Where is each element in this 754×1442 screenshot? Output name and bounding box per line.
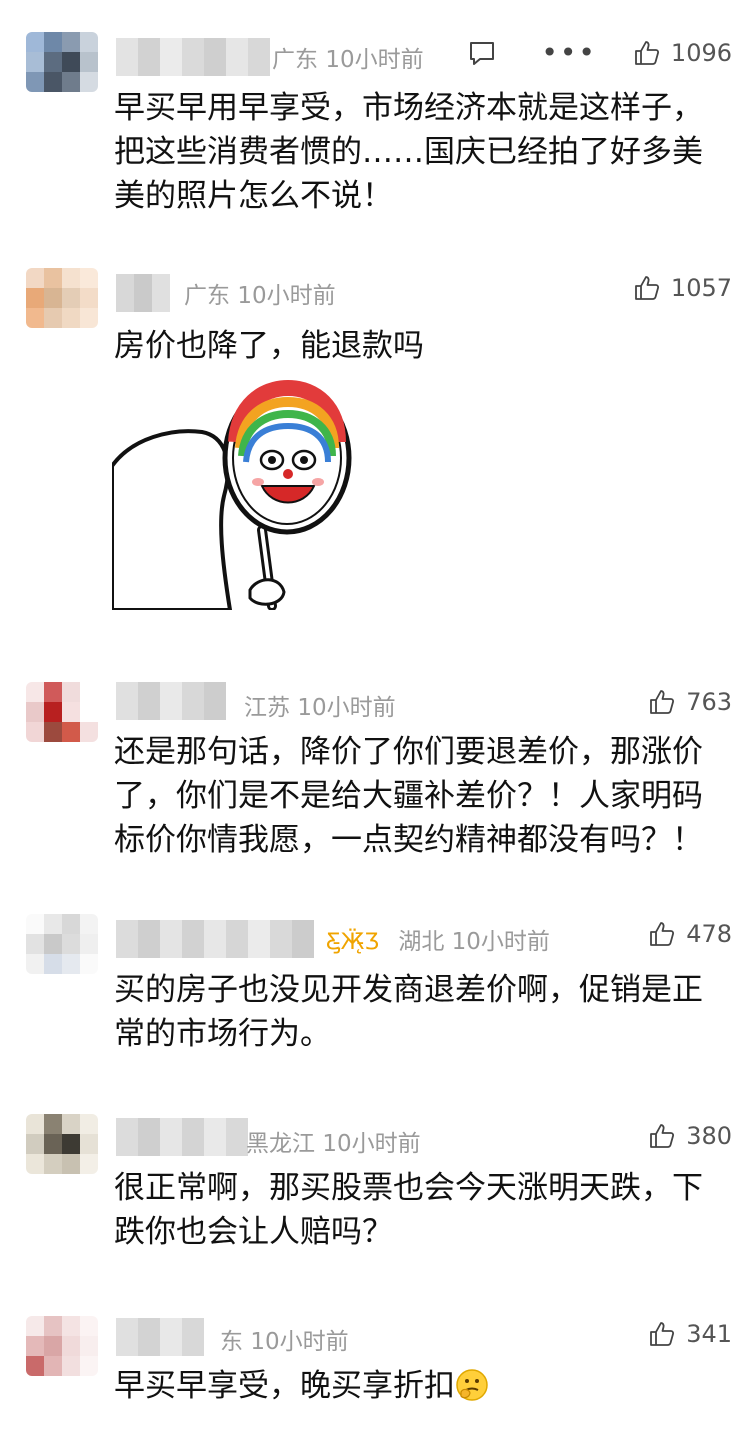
like-button[interactable]: 478 — [648, 920, 732, 948]
like-button[interactable]: 1057 — [633, 274, 732, 302]
comment-meta: Ƹ̵̡Ӝ̵̨̄Ʒ 湖北 10小时前 — [326, 922, 550, 956]
comment-meta: 黑龙江 10小时前 — [246, 1124, 421, 1158]
more-options-icon[interactable]: ••• — [541, 39, 597, 67]
like-button[interactable]: 763 — [648, 688, 732, 716]
comment-actions: 1057 — [633, 274, 732, 302]
username-blurred[interactable] — [116, 1318, 204, 1356]
thumbs-up-icon — [650, 1322, 675, 1346]
comment-actions: ••• 1096 — [467, 38, 732, 68]
timestamp: 10小时前 — [322, 1131, 421, 1157]
avatar[interactable] — [26, 32, 98, 92]
thumbs-up-icon — [635, 276, 659, 300]
comment-text: 早买早享受，晚买享折扣 — [114, 1364, 726, 1408]
location: 湖北 — [398, 929, 445, 955]
timestamp: 10小时前 — [297, 695, 396, 721]
timestamp: 10小时前 — [250, 1329, 349, 1355]
comment-item: 江苏 10小时前 763 还是那句话，降价了你们要退差价，那涨价了，你们是不是给… — [0, 672, 754, 862]
timestamp: 10小时前 — [325, 47, 424, 73]
avatar[interactable] — [26, 914, 98, 974]
location: 广东 — [184, 283, 230, 309]
comment-meta: 东 10小时前 — [220, 1322, 349, 1356]
avatar[interactable] — [26, 682, 98, 742]
comment-item: 广东 10小时前 ••• 1096 早买早用早享受，市场经济本就是这样子，把这些… — [0, 30, 754, 220]
thumbs-up-icon — [650, 1124, 675, 1148]
thumbs-up-icon — [650, 922, 675, 946]
comment-text-body: 早买早享受，晚买享折扣 — [114, 1368, 455, 1404]
username-blurred[interactable] — [116, 38, 270, 76]
like-count: 478 — [686, 920, 732, 948]
comment-item: 东 10小时前 341 早买早享受，晚买享折扣 — [0, 1308, 754, 1428]
like-count: 763 — [686, 688, 732, 716]
timestamp: 10小时前 — [237, 283, 336, 309]
location: 东 — [220, 1329, 243, 1355]
username-blurred[interactable] — [116, 274, 170, 312]
comment-actions: 478 — [648, 920, 732, 948]
comment-meta: 广东 10小时前 — [272, 40, 424, 74]
comment-actions: 341 — [648, 1320, 732, 1348]
username-blurred[interactable] — [116, 682, 226, 720]
comment-text: 早买早用早享受，市场经济本就是这样子，把这些消费者惯的……国庆已经拍了好多美美的… — [114, 90, 703, 214]
thumbs-up-icon — [650, 690, 675, 714]
comment-actions: 763 — [648, 688, 732, 716]
clown-mirror-sticker[interactable] — [110, 370, 354, 612]
like-count: 341 — [686, 1320, 732, 1348]
like-count: 1096 — [670, 39, 732, 67]
reply-icon[interactable] — [467, 38, 497, 68]
thumbs-up-icon — [635, 41, 659, 65]
location: 黑龙江 — [246, 1131, 315, 1157]
like-button[interactable]: 1096 — [633, 39, 732, 67]
like-count: 380 — [686, 1122, 732, 1150]
username-blurred[interactable] — [116, 1118, 248, 1156]
comment-text: 房价也降了，能退款吗 — [114, 328, 424, 364]
comment-item: 广东 10小时前 1057 房价也降了，能退款吗 — [0, 266, 754, 616]
like-button[interactable]: 341 — [648, 1320, 732, 1348]
butterfly-icon: Ƹ̵̡Ӝ̵̨̄Ʒ — [326, 930, 380, 955]
comment-meta: 广东 10小时前 — [184, 276, 336, 310]
comment-item: 黑龙江 10小时前 380 很正常啊，那买股票也会今天涨明天跌，下跌你也会让人赔… — [0, 1110, 754, 1260]
like-button[interactable]: 380 — [648, 1122, 732, 1150]
comment-actions: 380 — [648, 1122, 732, 1150]
location: 江苏 — [244, 695, 290, 721]
comment-text: 很正常啊，那买股票也会今天涨明天跌，下跌你也会让人赔吗？ — [114, 1170, 703, 1250]
comment-meta: 江苏 10小时前 — [244, 688, 396, 722]
comment-text: 买的房子也没见开发商退差价啊，促销是正常的市场行为。 — [114, 972, 703, 1052]
like-count: 1057 — [670, 274, 732, 302]
avatar[interactable] — [26, 1316, 98, 1376]
comment-item: Ƹ̵̡Ӝ̵̨̄Ʒ 湖北 10小时前 478 买的房子也没见开发商退差价啊，促销是… — [0, 912, 754, 1062]
username-blurred[interactable] — [116, 920, 314, 958]
timestamp: 10小时前 — [451, 929, 550, 955]
location: 广东 — [272, 47, 318, 73]
avatar[interactable] — [26, 268, 98, 328]
thinking-face-emoji — [456, 1369, 488, 1401]
comment-text: 还是那句话，降价了你们要退差价，那涨价了，你们是不是给大疆补差价？！人家明码标价… — [114, 734, 703, 858]
avatar[interactable] — [26, 1114, 98, 1174]
